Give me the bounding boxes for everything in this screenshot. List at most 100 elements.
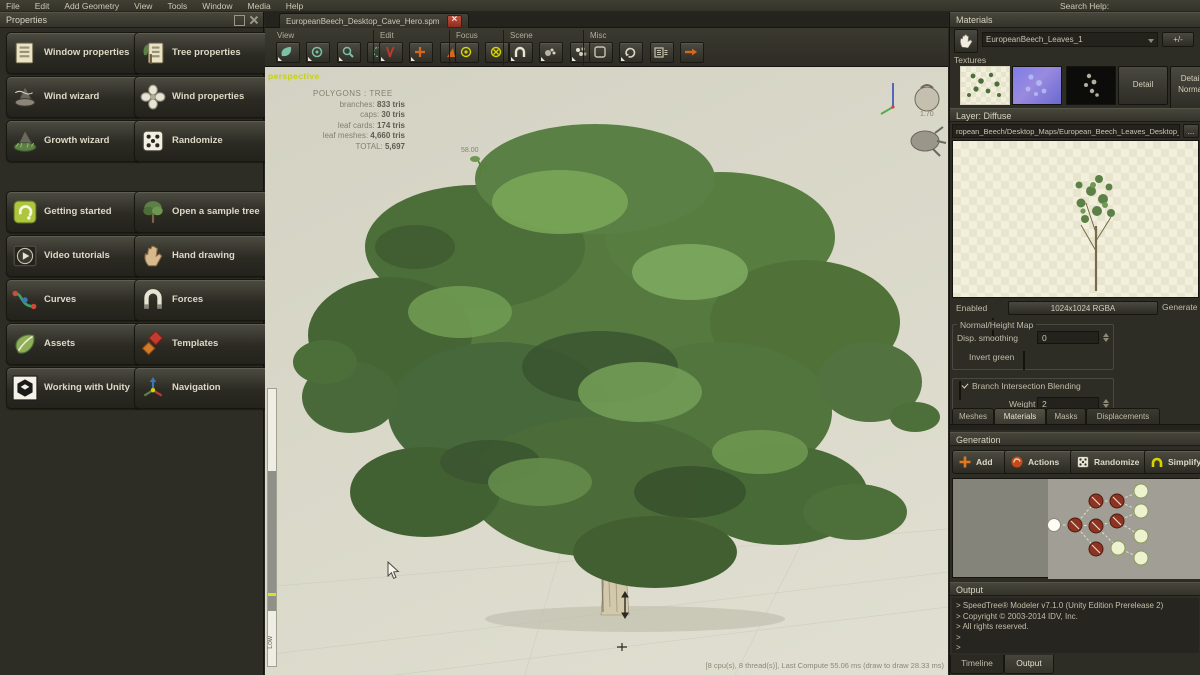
tab-materials[interactable]: Materials	[994, 408, 1046, 425]
branch-icon	[382, 45, 398, 59]
generation-randomize-button[interactable]: Randomize	[1070, 450, 1150, 474]
reset-view-button[interactable]	[619, 42, 643, 63]
curves-button[interactable]: Curves	[6, 279, 142, 321]
invert-green-checkbox[interactable]	[1023, 351, 1025, 370]
navigation-icon	[140, 375, 166, 401]
material-pick-button[interactable]	[954, 29, 978, 53]
working-with-unity-button[interactable]: Working with Unity	[6, 367, 142, 409]
zoom-button[interactable]	[337, 42, 361, 63]
opacity-texture-thumbnail[interactable]	[1066, 66, 1116, 105]
render-mode-button[interactable]	[276, 42, 300, 63]
open-sample-tree-button[interactable]: Open a sample tree	[134, 191, 270, 233]
generation-simplify-button[interactable]: Simplify	[1144, 450, 1200, 474]
orbit-camera-button[interactable]	[306, 42, 330, 63]
templates-button[interactable]: Templates	[134, 323, 270, 365]
show-list-button[interactable]	[650, 42, 674, 63]
menu-bar: File Edit Add Geometry View Tools Window…	[0, 0, 1200, 11]
randomize-die-icon	[1076, 455, 1090, 469]
detail-normal-texture-button[interactable]: Detail Normal	[1170, 66, 1200, 111]
menu-window[interactable]: Window	[202, 1, 232, 11]
material-select[interactable]: EuropeanBeech_Leaves_1	[982, 32, 1158, 47]
menu-help[interactable]: Help	[286, 1, 303, 11]
menu-add-geometry[interactable]: Add Geometry	[64, 1, 119, 11]
3d-viewport-canvas[interactable]: perspective POLYGONS : TREE branches: 83…	[265, 67, 948, 675]
generation-add-button[interactable]: Add	[952, 450, 1010, 474]
tab-timeline[interactable]: Timeline	[950, 655, 1004, 674]
wind-wizard-button[interactable]: Wind wizard	[6, 76, 142, 118]
tree-sprite-preview	[953, 141, 1200, 299]
menu-view[interactable]: View	[134, 1, 152, 11]
wind-properties-icon	[140, 84, 166, 110]
video-tutorials-button[interactable]: Video tutorials	[6, 235, 142, 277]
add-node-button[interactable]	[409, 42, 433, 63]
camera-mode-label[interactable]: perspective	[268, 71, 320, 81]
bag-scale-value: 1.70	[920, 111, 934, 118]
magnet-icon	[512, 45, 528, 59]
float-panel-icon[interactable]	[234, 15, 245, 26]
branch-blending-label: Branch Intersection Blending	[972, 381, 1081, 391]
normal-height-map-group: Normal/Height Map Disp. smoothing 0 Inve…	[952, 324, 1114, 370]
hand-icon	[958, 33, 974, 49]
branch-blending-checkbox[interactable]	[959, 381, 961, 400]
generation-actions-button[interactable]: Actions	[1004, 450, 1076, 474]
detail-texture-button[interactable]: Detail	[1118, 66, 1168, 105]
menu-edit[interactable]: Edit	[35, 1, 50, 11]
document-tab[interactable]: EuropeanBeech_Desktop_Cave_Hero.spm	[279, 13, 469, 28]
stats-row: caps: 30 tris	[287, 110, 405, 121]
tab-masks[interactable]: Masks	[1046, 408, 1086, 425]
viewport-area: EuropeanBeech_Desktop_Cave_Hero.spm View…	[265, 12, 948, 675]
normal-texture-thumbnail[interactable]	[1012, 66, 1062, 105]
normal-height-map-title: Normal/Height Map	[957, 320, 1036, 330]
randomize-icon	[140, 128, 166, 154]
growth-wizard-button[interactable]: Growth wizard	[6, 120, 142, 162]
add-remove-material-button[interactable]: +/-	[1162, 32, 1194, 47]
right-panel: Materials EuropeanBeech_Leaves_1 +/- Tex…	[949, 12, 1200, 675]
diffuse-texture-thumbnail[interactable]	[960, 66, 1010, 105]
magnet-force-button[interactable]	[509, 42, 533, 63]
menu-media[interactable]: Media	[248, 1, 271, 11]
stats-row: branches: 833 tris	[287, 100, 405, 111]
tab-output[interactable]: Output	[1004, 655, 1054, 674]
export-button[interactable]	[680, 42, 704, 63]
stats-row-total: TOTAL: 5,697	[287, 142, 405, 153]
assets-button[interactable]: Assets	[6, 323, 142, 365]
arrow-right-icon	[683, 45, 699, 59]
randomize-button[interactable]: Randomize	[134, 120, 270, 162]
resolution-button[interactable]: 1024x1024 RGBA	[1008, 301, 1158, 315]
document-tab-title: EuropeanBeech_Desktop_Cave_Hero.spm	[286, 17, 439, 26]
bag-prop	[915, 85, 939, 111]
lod-slider[interactable]	[267, 388, 277, 667]
forces-button[interactable]: Forces	[134, 279, 270, 321]
compute-status-text: [8 cpu(s), 8 thread(s)], Last Compute 55…	[706, 661, 944, 670]
templates-icon	[140, 331, 166, 357]
disp-smoothing-field[interactable]: 0	[1037, 331, 1099, 344]
properties-panel-title: Properties	[6, 15, 47, 25]
panel-splitter[interactable]	[950, 424, 1200, 430]
generation-header: Generation	[950, 432, 1200, 446]
lod-slider-handle[interactable]	[268, 471, 276, 611]
collision-object-button[interactable]	[539, 42, 563, 63]
getting-started-button[interactable]: Getting started	[6, 191, 142, 233]
browse-texture-button[interactable]: ...	[1183, 124, 1199, 138]
generation-node-graph[interactable]	[952, 478, 1199, 578]
tab-displacements[interactable]: Displacements	[1086, 408, 1160, 425]
tab-meshes[interactable]: Meshes	[952, 408, 994, 425]
close-panel-icon[interactable]	[249, 15, 258, 24]
window-properties-button[interactable]: Window properties	[6, 32, 142, 74]
focus-selection-button[interactable]	[455, 42, 479, 63]
axis-gizmo-icon	[881, 83, 895, 114]
root-node[interactable]	[1048, 519, 1061, 532]
wind-properties-button[interactable]: Wind properties	[134, 76, 270, 118]
texture-path-field[interactable]: ropean_Beech/Desktop_Maps/European_Beech…	[952, 124, 1180, 138]
navigation-button[interactable]: Navigation	[134, 367, 270, 409]
close-tab-icon[interactable]	[447, 15, 462, 28]
screenshot-button[interactable]	[589, 42, 613, 63]
tree-properties-button[interactable]: Tree properties	[134, 32, 270, 74]
menu-tools[interactable]: Tools	[167, 1, 187, 11]
generate-maps-button[interactable]: Generate M	[1162, 302, 1200, 312]
hand-drawing-button[interactable]: Hand drawing	[134, 235, 270, 277]
menu-file[interactable]: File	[6, 1, 20, 11]
edit-branch-button[interactable]	[379, 42, 403, 63]
output-console: > SpeedTree® Modeler v7.1.0 (Unity Editi…	[952, 598, 1199, 653]
disp-smoothing-spinner[interactable]	[1101, 331, 1110, 344]
